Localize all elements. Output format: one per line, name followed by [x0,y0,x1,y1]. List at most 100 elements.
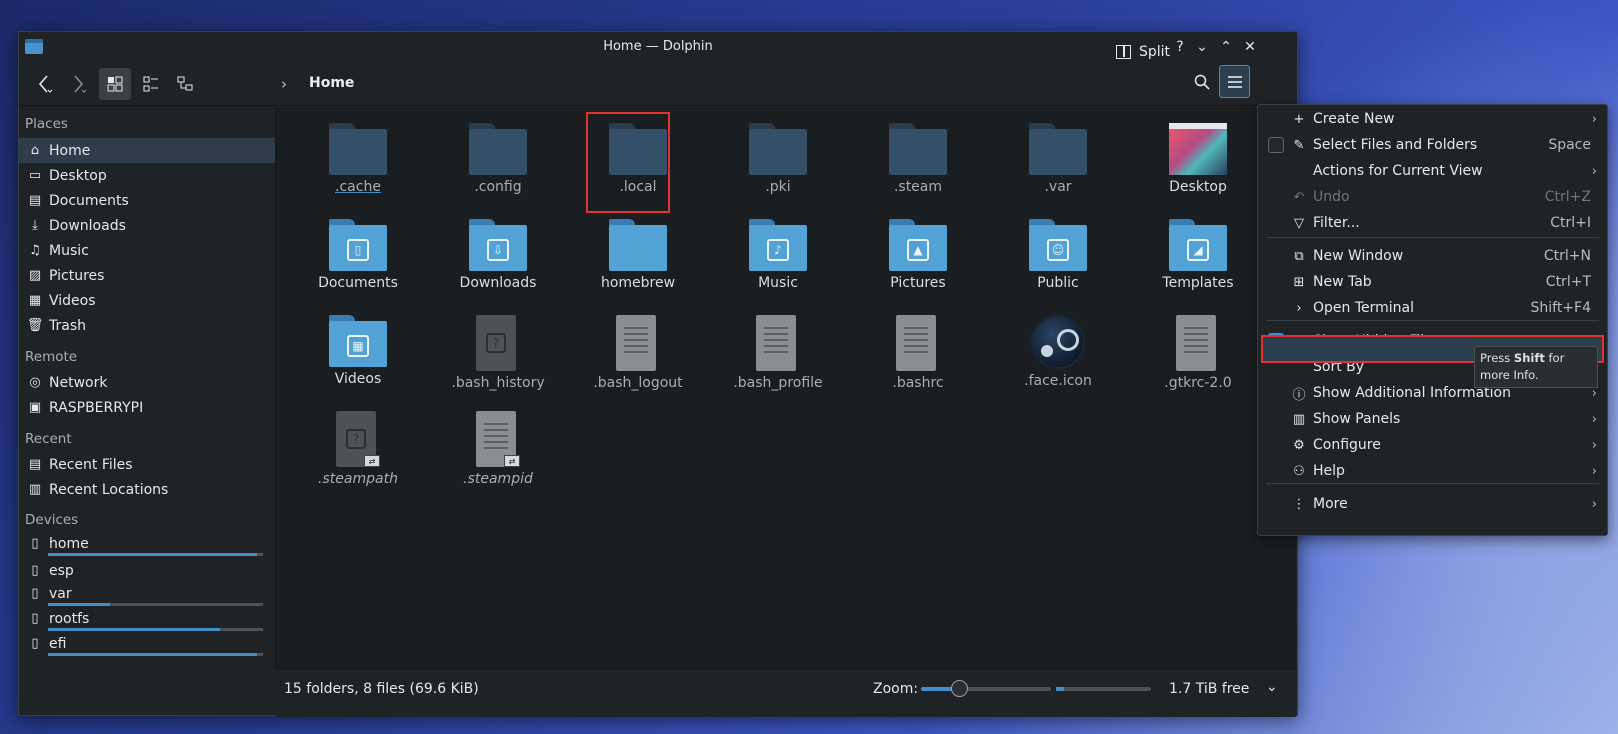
file-view[interactable]: .cache .config .local .pki .steam .var Desktop… [276,107,1296,669]
menu-item-more[interactable]: ⋮ More › [1258,491,1607,517]
file-item[interactable]: .pki [708,123,848,195]
menu-item-shortcut: Ctrl+T [1545,274,1591,290]
usage-fill [48,653,257,656]
desktop-icon: ▭ [28,168,42,183]
file-item[interactable]: ▲ Pictures [848,219,988,291]
text-file-icon [896,315,940,371]
file-name: .cache [335,179,381,195]
forward-button[interactable] [63,68,93,100]
menu-item-new-window[interactable]: ⧉ New Window Ctrl+N [1258,243,1607,269]
hamburger-menu-button[interactable] [1219,65,1250,98]
menu-item-label: Filter... [1313,215,1360,231]
icons-view-button[interactable] [99,68,131,100]
menu-item-create-new[interactable]: + Create New › [1258,106,1607,132]
file-item[interactable]: .var [988,123,1128,195]
checkbox[interactable] [1268,137,1284,153]
file-item[interactable]: ▦ Videos [288,315,428,387]
sidebar-item-music[interactable]: ♫ Music [19,238,275,263]
menu-item-shortcut: Space [1548,137,1591,153]
file-item[interactable]: ⇩ Downloads [428,219,568,291]
chevron-right-icon: › [1591,163,1597,179]
details-view-button[interactable] [169,68,201,100]
file-item[interactable]: ? .bash_history [428,315,568,391]
sidebar-item-network[interactable]: ◎ Network [19,370,275,395]
devices-heading: Devices [25,512,79,528]
menu-item-open-terminal[interactable]: › Open Terminal Shift+F4 [1258,295,1607,321]
file-item[interactable]: .bash_profile [708,315,848,391]
file-item[interactable]: .cache [288,123,428,195]
new-window-icon: ⧉ [1294,248,1304,264]
file-name: .steam [893,179,943,195]
menu-item-help[interactable]: ⚇ Help › [1258,458,1607,484]
menu-item-undo[interactable]: ↶ Undo Ctrl+Z [1258,184,1607,210]
file-item[interactable]: .face.icon [988,315,1128,389]
menu-item-actions-for-current-view[interactable]: Actions for Current View › [1258,158,1607,184]
file-name: Templates [1162,275,1234,291]
dolphin-window: Home — Dolphin ? ⌄ ⌃ ✕ › Home Places ⌂ Ho… [18,31,1298,717]
file-item[interactable]: .local [568,123,708,195]
chevron-down-icon[interactable]: ⌄ [1266,679,1278,695]
status-bar: 15 folders, 8 files (69.6 KiB) Zoom: 1.7… [276,669,1296,717]
menu-item-shortcut: Ctrl+Z [1544,189,1591,205]
file-item[interactable]: ⇄ .steampid [428,411,568,487]
chevron-right-icon: › [1591,411,1597,427]
help-button[interactable]: ? [1169,36,1191,58]
sidebar-item-home[interactable]: ⌂ Home [19,138,275,163]
file-item[interactable]: Desktop [1128,123,1268,195]
menu-item-select-files-and-folders[interactable]: ✎ Select Files and Folders Space [1258,132,1607,158]
back-button[interactable] [29,68,59,100]
pictures-icon: ▨ [28,268,42,283]
menu-item-filter[interactable]: ▽ Filter... Ctrl+I [1258,210,1607,236]
file-name: .gtkrc-2.0 [1164,375,1232,391]
file-item[interactable]: ♪ Music [708,219,848,291]
menu-item-show-panels[interactable]: ▥ Show Panels › [1258,406,1607,432]
plus-icon: + [1293,111,1305,127]
toolbar: › Home [19,62,1297,106]
file-item[interactable]: ◢ Templates [1128,219,1268,291]
zoom-slider[interactable] [921,680,1051,697]
videos-icon: ▦ [28,293,42,308]
menu-item-label: More [1313,496,1348,512]
sidebar-item-esp[interactable]: ▯ esp [19,558,275,583]
file-item[interactable]: .steam [848,123,988,195]
sidebar-item-recent-locations[interactable]: ▥ Recent Locations [19,477,275,502]
close-button[interactable]: ✕ [1239,36,1261,58]
home-usage-bar [48,553,263,556]
file-item[interactable]: .bash_logout [568,315,708,391]
file-item[interactable]: .config [428,123,568,195]
split-button[interactable]: Split [1116,36,1170,68]
sidebar-item-raspberrypi[interactable]: ▣ RASPBERRYPI [19,395,275,420]
text-file-icon [1176,315,1220,371]
new-tab-icon: ⊞ [1293,274,1305,290]
menu-item-new-tab[interactable]: ⊞ New Tab Ctrl+T [1258,269,1607,295]
breadcrumb-home[interactable]: Home [309,75,354,91]
file-name: Pictures [890,275,946,291]
sidebar-item-documents[interactable]: ▤ Documents [19,188,275,213]
file-item[interactable]: homebrew [568,219,708,291]
sidebar-item-pictures[interactable]: ▨ Pictures [19,263,275,288]
maximize-button[interactable]: ⌃ [1215,36,1237,58]
zoom-slider-handle[interactable] [951,680,968,697]
folder-icon: ☺ [1029,219,1087,271]
folder-icon [1029,123,1087,175]
chevron-right-icon: › [1591,111,1597,127]
drive-icon: ▯ [31,611,39,626]
menu-item-configure[interactable]: ⚙ Configure › [1258,432,1607,458]
sidebar-item-desktop[interactable]: ▭ Desktop [19,163,275,188]
sidebar-item-downloads[interactable]: ⤓ Downloads [19,213,275,238]
back-icon [38,75,52,93]
sidebar-item-recent-files[interactable]: ▤ Recent Files [19,452,275,477]
sidebar-item-trash[interactable]: 🗑 Trash [19,313,275,338]
file-item[interactable]: .gtkrc-2.0 [1128,315,1268,391]
minimize-button[interactable]: ⌄ [1191,36,1213,58]
search-button[interactable] [1188,66,1216,98]
free-space-bar [1056,687,1151,691]
file-item[interactable]: ? ⇄ .steampath [288,411,428,487]
file-item[interactable]: ☺ Public [988,219,1128,291]
compact-view-button[interactable] [135,68,167,100]
file-item[interactable]: ▯ Documents [288,219,428,291]
file-item[interactable]: .bashrc [848,315,988,391]
unknown-file-icon: ? [476,315,520,371]
sidebar-item-videos[interactable]: ▦ Videos [19,288,275,313]
menu-item-shortcut: Ctrl+N [1543,248,1591,264]
